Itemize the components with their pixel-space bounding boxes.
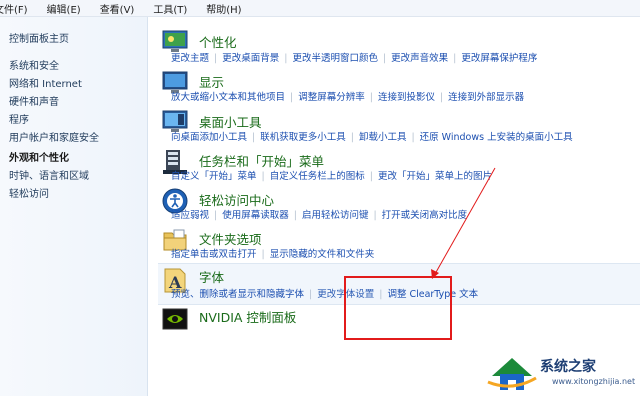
annotation-arrow bbox=[431, 167, 496, 279]
watermark-url: www.xitongzhijia.net bbox=[552, 377, 636, 386]
watermark-text: 系统之家 bbox=[540, 359, 596, 375]
